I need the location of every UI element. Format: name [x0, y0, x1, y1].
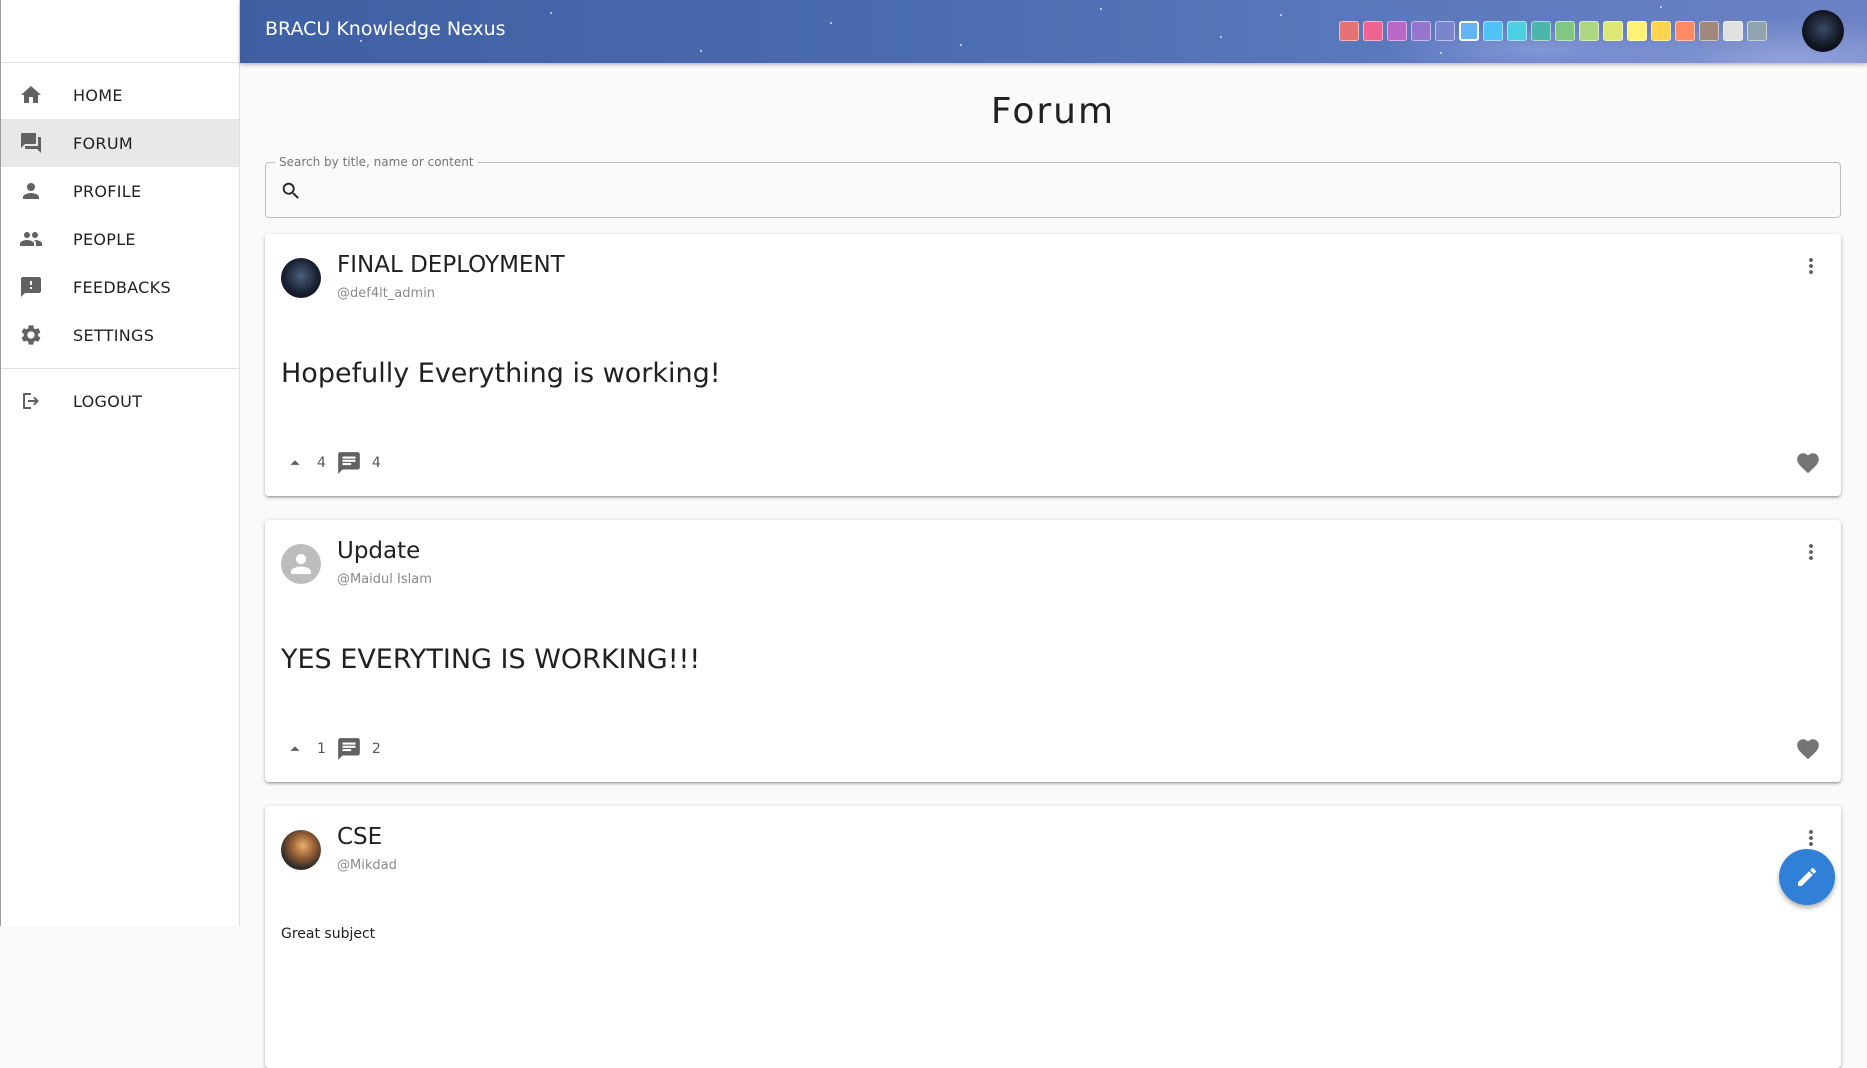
theme-color-swatch[interactable] [1651, 21, 1671, 41]
theme-color-swatch[interactable] [1507, 21, 1527, 41]
more-vert-icon[interactable] [1799, 826, 1823, 850]
sidebar-item-label: LOGOUT [73, 391, 143, 411]
post-title[interactable]: CSE [337, 824, 382, 850]
page-title: Forum [990, 91, 1116, 132]
theme-color-swatch[interactable] [1603, 21, 1623, 41]
post-card[interactable]: FINAL DEPLOYMENT @def4lt_admin Hopefully… [265, 234, 1841, 496]
theme-color-swatch[interactable] [1459, 21, 1479, 41]
people-icon [1, 227, 73, 251]
post-content: Hopefully Everything is working! [281, 358, 721, 389]
theme-color-swatch[interactable] [1411, 21, 1431, 41]
theme-color-swatch[interactable] [1339, 21, 1359, 41]
post-title[interactable]: Update [337, 538, 420, 564]
comment-count: 2 [371, 741, 381, 757]
search-input[interactable] [312, 173, 1816, 209]
person-icon [1, 179, 73, 203]
sidebar-item-label: PROFILE [73, 181, 142, 201]
theme-color-swatch[interactable] [1435, 21, 1455, 41]
theme-color-swatch[interactable] [1627, 21, 1647, 41]
post-title[interactable]: FINAL DEPLOYMENT [337, 252, 565, 278]
theme-color-swatch[interactable] [1579, 21, 1599, 41]
comment-icon[interactable] [336, 450, 362, 476]
sidebar-item-label: FEEDBACKS [73, 277, 171, 297]
sidebar-item-label: PEOPLE [73, 229, 136, 249]
search-label: Search by title, name or content [275, 155, 478, 169]
comment-count: 4 [371, 455, 381, 471]
star-decoration [550, 12, 552, 14]
sidebar-item-forum[interactable]: FORUM [1, 119, 239, 167]
theme-color-swatch[interactable] [1723, 21, 1743, 41]
home-icon [1, 83, 73, 107]
star-decoration [830, 22, 832, 24]
user-avatar[interactable] [1802, 10, 1844, 52]
sidebar-item-label: SETTINGS [73, 325, 155, 345]
heart-icon[interactable] [1795, 736, 1821, 762]
theme-color-swatch[interactable] [1699, 21, 1719, 41]
post-author[interactable]: @Mikdad [337, 858, 397, 873]
sidebar-item-profile[interactable]: PROFILE [1, 167, 239, 215]
theme-color-swatch[interactable] [1747, 21, 1767, 41]
star-decoration [1100, 8, 1102, 10]
sidebar-header [1, 0, 239, 63]
comment-icon[interactable] [336, 736, 362, 762]
sidebar-item-settings[interactable]: SETTINGS [1, 311, 239, 359]
theme-color-picker [1339, 21, 1767, 41]
logout-icon [1, 389, 73, 413]
sidebar-divider [1, 368, 239, 369]
post-content: Great subject [281, 926, 376, 942]
upvote-count: 4 [317, 455, 326, 471]
heart-icon[interactable] [1795, 450, 1821, 476]
author-avatar[interactable] [281, 544, 321, 584]
sidebar-item-feedbacks[interactable]: FEEDBACKS [1, 263, 239, 311]
post-actions: 1 2 [283, 736, 391, 762]
theme-color-swatch[interactable] [1675, 21, 1695, 41]
search-icon [280, 180, 302, 202]
create-post-button[interactable] [1779, 849, 1835, 905]
sidebar-item-people[interactable]: PEOPLE [1, 215, 239, 263]
theme-color-swatch[interactable] [1531, 21, 1551, 41]
sidebar: HOME FORUM PROFILE PEOPLE FEEDBACKS SETT… [0, 0, 240, 926]
forum-icon [1, 131, 73, 155]
sidebar-item-logout[interactable]: LOGOUT [1, 377, 239, 425]
gear-icon [1, 323, 73, 347]
author-avatar[interactable] [281, 258, 321, 298]
main-content: Forum Search by title, name or content F… [265, 63, 1841, 1068]
theme-color-swatch[interactable] [1483, 21, 1503, 41]
post-author[interactable]: @def4lt_admin [337, 286, 435, 301]
star-decoration [1440, 52, 1442, 54]
app-title[interactable]: BRACU Knowledge Nexus [265, 18, 506, 40]
theme-color-swatch[interactable] [1555, 21, 1575, 41]
sidebar-nav: HOME FORUM PROFILE PEOPLE FEEDBACKS SETT… [1, 63, 239, 425]
star-decoration [1220, 36, 1222, 38]
more-vert-icon[interactable] [1799, 254, 1823, 278]
post-content: YES EVERYTING IS WORKING!!! [281, 644, 701, 675]
feedback-icon [1, 275, 73, 299]
edit-pencil-icon [1798, 867, 1817, 886]
theme-color-swatch[interactable] [1387, 21, 1407, 41]
post-card[interactable]: CSE @Mikdad Great subject [265, 806, 1841, 1068]
person-icon [291, 554, 311, 574]
star-decoration [960, 44, 962, 46]
app-header: BRACU Knowledge Nexus [240, 0, 1867, 63]
sidebar-item-label: HOME [73, 85, 123, 105]
post-card[interactable]: Update @Maidul Islam YES EVERYTING IS WO… [265, 520, 1841, 782]
star-decoration [360, 40, 362, 42]
sidebar-item-label: FORUM [73, 133, 133, 153]
theme-color-swatch[interactable] [1363, 21, 1383, 41]
upvote-icon[interactable] [283, 451, 307, 475]
post-author[interactable]: @Maidul Islam [337, 572, 432, 587]
author-avatar[interactable] [281, 830, 321, 870]
star-decoration [700, 50, 702, 52]
upvote-icon[interactable] [283, 737, 307, 761]
post-actions: 4 4 [283, 450, 391, 476]
sidebar-item-home[interactable]: HOME [1, 71, 239, 119]
upvote-count: 1 [317, 741, 326, 757]
more-vert-icon[interactable] [1799, 540, 1823, 564]
search-field[interactable]: Search by title, name or content [265, 155, 1841, 218]
star-decoration [1660, 6, 1662, 8]
star-decoration [1280, 14, 1282, 16]
